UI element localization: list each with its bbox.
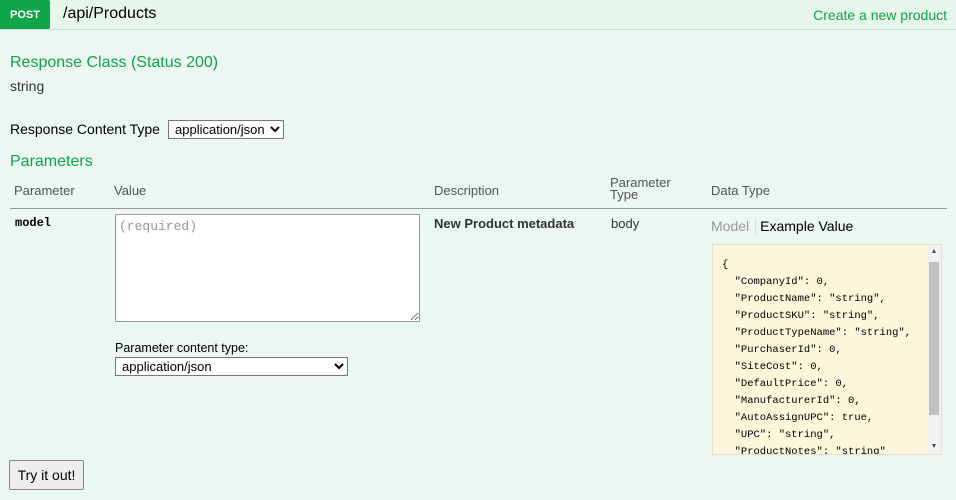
endpoint-path[interactable]: /api/Products	[63, 5, 156, 23]
try-it-out-button[interactable]: Try it out!	[9, 460, 84, 490]
column-header-parameter: Parameter	[14, 183, 75, 198]
response-content-type-label: Response Content Type	[10, 121, 160, 137]
column-header-description: Description	[434, 183, 500, 198]
scroll-up-arrow-icon[interactable]: ▲	[927, 245, 941, 259]
operation-summary[interactable]: Create a new product	[813, 7, 947, 23]
parameters-heading: Parameters	[10, 153, 93, 170]
example-value-json[interactable]: { "CompanyId": 0, "ProductName": "string…	[713, 245, 941, 454]
method-badge[interactable]: POST	[0, 0, 50, 29]
parameter-type: body	[611, 216, 640, 231]
response-content-type-select[interactable]: application/json	[168, 120, 284, 139]
parameter-content-type-select[interactable]: application/json	[115, 357, 348, 376]
parameter-name: model	[15, 216, 52, 230]
column-header-data-type: Data Type	[711, 183, 771, 198]
tab-example-value[interactable]: Example Value	[756, 218, 853, 234]
parameter-description: New Product metadata	[434, 216, 575, 231]
example-scrollbar[interactable]: ▲ ▼	[927, 245, 941, 454]
response-class-type: string	[10, 78, 45, 94]
response-class-heading: Response Class (Status 200)	[10, 54, 219, 71]
tab-model[interactable]: Model	[711, 218, 757, 234]
model-value-textarea[interactable]	[115, 214, 420, 322]
scroll-down-arrow-icon[interactable]: ▼	[927, 440, 941, 454]
column-header-parameter-type: Parameter Type	[610, 175, 671, 202]
column-header-value: Value	[114, 183, 147, 198]
parameter-content-type-label: Parameter content type:	[115, 341, 249, 355]
operation-header[interactable]: POST /api/Products Create a new product	[0, 0, 956, 30]
example-value-box[interactable]: { "CompanyId": 0, "ProductName": "string…	[712, 244, 942, 455]
data-type-tabs: Model Example Value	[711, 218, 853, 234]
table-divider	[10, 208, 947, 209]
scroll-thumb[interactable]	[929, 262, 939, 415]
